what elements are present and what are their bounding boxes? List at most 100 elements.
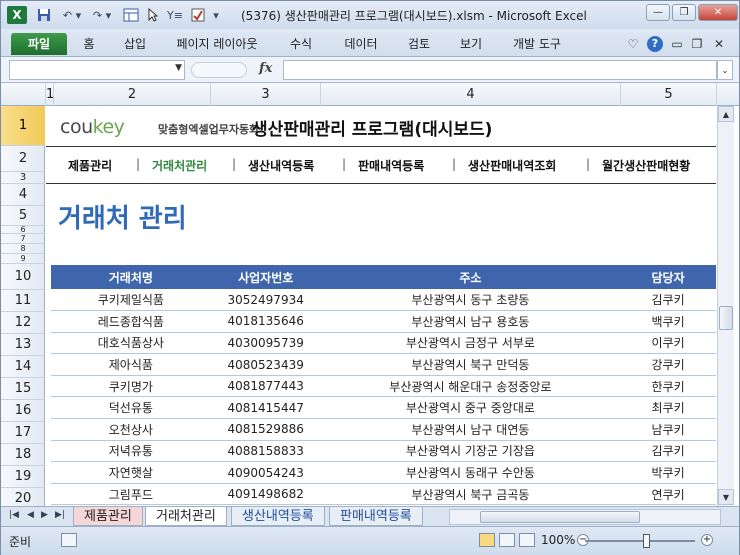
cell-business-number[interactable]: 3052497934	[210, 289, 321, 312]
first-sheet-icon[interactable]: |◀	[9, 510, 19, 520]
menu-item-history-search[interactable]: 생산판매내역조회	[468, 157, 556, 174]
undo-icon[interactable]: ↶ ▾	[59, 6, 85, 24]
table-row[interactable]: 저녁유통 4088158833 부산광역시 기장군 기장읍 김쿠키	[51, 440, 716, 463]
table-row[interactable]: 자연햇살 4090054243 부산광역시 동래구 수안동 박쿠키	[51, 461, 716, 484]
row-header[interactable]: 9	[1, 254, 45, 264]
cell-address[interactable]: 부산광역시 금정구 서부로	[320, 332, 621, 355]
column-header[interactable]: 2	[54, 83, 211, 106]
cell-manager[interactable]: 연쿠키	[620, 483, 716, 506]
workbook-minimize-icon[interactable]: ▭	[669, 36, 685, 52]
zoom-slider[interactable]	[585, 534, 695, 548]
macro-record-icon[interactable]	[61, 533, 77, 547]
cell-manager[interactable]: 남쿠키	[620, 418, 716, 441]
cell-business-number[interactable]: 4081529886	[210, 418, 321, 441]
row-header[interactable]: 14	[1, 356, 45, 378]
table-row[interactable]: 레드종합식품 4018135646 부산광역시 남구 용호동 백쿠키	[51, 310, 716, 333]
row-header[interactable]: 19	[1, 466, 45, 488]
col-business-number[interactable]: 사업자번호	[210, 265, 321, 289]
tab-review[interactable]: 검토	[401, 33, 437, 55]
cell-client-name[interactable]: 오천상사	[51, 418, 211, 441]
cell-business-number[interactable]: 4081415447	[210, 396, 321, 420]
tab-insert[interactable]: 삽입	[117, 33, 153, 55]
cell-manager[interactable]: 김쿠키	[620, 289, 716, 312]
cell-address[interactable]: 부산광역시 남구 용호동	[320, 310, 621, 333]
tab-data[interactable]: 데이터	[337, 33, 385, 55]
row-header[interactable]: 11	[1, 290, 45, 312]
prev-sheet-icon[interactable]: ◀	[27, 510, 34, 520]
macro-icon[interactable]	[189, 6, 207, 24]
table-row[interactable]: 제아식품 4080523439 부산광역시 북구 만덕동 강쿠키	[51, 353, 716, 376]
table-row[interactable]: 대호식품상사 4030095739 부산광역시 금정구 서부로 이쿠키	[51, 332, 716, 355]
cell-business-number[interactable]: 4081877443	[210, 375, 321, 398]
customize-toolbar-icon[interactable]: ▾	[209, 6, 223, 24]
form-icon[interactable]	[121, 6, 141, 24]
cell-business-number[interactable]: 4088158833	[210, 440, 321, 463]
menu-item-production-entry[interactable]: 생산내역등록	[248, 157, 314, 174]
cell-client-name[interactable]: 그림푸드	[51, 483, 211, 506]
last-sheet-icon[interactable]: ▶|	[55, 510, 65, 520]
normal-view-icon[interactable]	[479, 533, 495, 547]
cell-address[interactable]: 부산광역시 남구 대연동	[320, 418, 621, 441]
cell-manager[interactable]: 이쿠키	[620, 332, 716, 355]
menu-item-sales-entry[interactable]: 판매내역등록	[358, 157, 424, 174]
col-address[interactable]: 주소	[320, 265, 621, 289]
cell-manager[interactable]: 한쿠키	[620, 375, 716, 398]
row-header[interactable]: 3	[1, 172, 45, 184]
cell-address[interactable]: 부산광역시 동구 초량동	[320, 289, 621, 312]
scroll-down-icon[interactable]: ▼	[718, 489, 734, 505]
expand-formula-bar-icon[interactable]: ⌄	[717, 60, 733, 80]
column-header[interactable]: 4	[321, 83, 621, 106]
cell-address[interactable]: 부산광역시 북구 금곡동	[320, 483, 621, 506]
filter-icon[interactable]: Y≡	[165, 6, 185, 24]
column-header[interactable]: 1	[46, 83, 54, 106]
row-header[interactable]: 8	[1, 244, 45, 254]
col-client-name[interactable]: 거래처명	[51, 265, 211, 289]
cell-client-name[interactable]: 쿠키명가	[51, 375, 211, 398]
cell-business-number[interactable]: 4080523439	[210, 353, 321, 376]
cell-client-name[interactable]: 쿠키제일식품	[51, 289, 211, 312]
page-layout-view-icon[interactable]	[499, 533, 515, 547]
row-header[interactable]: 16	[1, 400, 45, 422]
table-row[interactable]: 쿠키제일식품 3052497934 부산광역시 동구 초량동 김쿠키	[51, 289, 716, 312]
cell-manager[interactable]: 박쿠키	[620, 461, 716, 484]
vertical-scroll-thumb[interactable]	[719, 306, 733, 330]
horizontal-scrollbar[interactable]	[449, 509, 721, 525]
row-header[interactable]: 4	[1, 184, 45, 206]
cell-manager[interactable]: 백쿠키	[620, 310, 716, 333]
cell-manager[interactable]: 최쿠키	[620, 396, 716, 420]
zoom-in-icon[interactable]: +	[701, 534, 713, 546]
name-box-dropdown-icon[interactable]: ▼	[175, 63, 182, 73]
cell-client-name[interactable]: 제아식품	[51, 353, 211, 376]
tab-home[interactable]: 홈	[77, 33, 101, 55]
row-header[interactable]: 20	[1, 488, 45, 506]
cell-client-name[interactable]: 레드종합식품	[51, 310, 211, 333]
sheet-tab-sales[interactable]: 판매내역등록	[329, 507, 423, 526]
sheet-tab-production[interactable]: 생산내역등록	[231, 507, 325, 526]
next-sheet-icon[interactable]: ▶	[41, 510, 48, 520]
select-all-corner[interactable]	[1, 83, 46, 106]
workbook-restore-icon[interactable]: ❐	[689, 36, 705, 52]
minimize-button[interactable]: —	[646, 4, 670, 21]
cell-client-name[interactable]: 저녁유통	[51, 440, 211, 463]
menu-item-monthly-status[interactable]: 월간생산판매현황	[602, 157, 690, 174]
column-header[interactable]: 5	[621, 83, 717, 106]
column-header[interactable]: 3	[211, 83, 321, 106]
vertical-scrollbar[interactable]: ▲ ▼	[717, 106, 734, 506]
cell-business-number[interactable]: 4030095739	[210, 332, 321, 355]
row-header[interactable]: 1	[1, 106, 45, 146]
minimize-ribbon-icon[interactable]: ♡	[625, 36, 641, 52]
tab-page-layout[interactable]: 페이지 레이아웃	[169, 33, 265, 55]
row-header[interactable]: 15	[1, 378, 45, 400]
cell-client-name[interactable]: 자연햇살	[51, 461, 211, 484]
cell-address[interactable]: 부산광역시 북구 만덕동	[320, 353, 621, 376]
workbook-close-icon[interactable]: ✕	[711, 36, 727, 52]
row-header[interactable]: 5	[1, 206, 45, 226]
cell-manager[interactable]: 김쿠키	[620, 440, 716, 463]
cell-client-name[interactable]: 대호식품상사	[51, 332, 211, 355]
row-header[interactable]: 7	[1, 234, 45, 244]
insert-function-button[interactable]: fx	[259, 61, 272, 76]
scroll-up-icon[interactable]: ▲	[718, 106, 734, 122]
row-header[interactable]: 18	[1, 444, 45, 466]
cell-business-number[interactable]: 4090054243	[210, 461, 321, 484]
formula-input[interactable]	[283, 60, 717, 80]
